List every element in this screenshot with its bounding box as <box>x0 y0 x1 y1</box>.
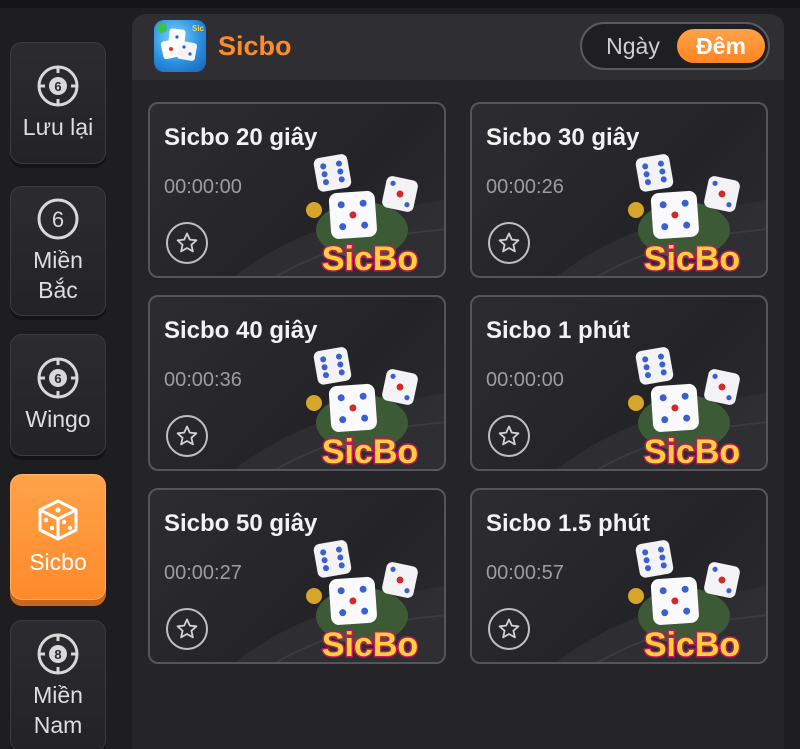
game-panel: Sic Sicbo Ngày Đêm Sicbo 20 giây 00:00:0… <box>132 14 784 749</box>
game-card[interactable]: Sicbo 40 giây 00:00:36 SicBo <box>148 295 446 471</box>
favorite-button[interactable] <box>166 608 208 650</box>
game-name: Sicbo 1 phút <box>486 317 630 344</box>
day-night-toggle[interactable]: Ngày Đêm <box>580 22 770 70</box>
countdown-timer: 00:00:36 <box>164 369 242 391</box>
star-icon <box>498 618 520 639</box>
game-name: Sicbo 20 giây <box>164 124 318 151</box>
sicbo-dice-illustration: SicBo <box>628 347 742 469</box>
sidebar-item-label: Sicbo <box>29 549 87 575</box>
star-icon <box>176 232 198 253</box>
ball-number: 6 <box>54 371 61 386</box>
toggle-night-option[interactable]: Đêm <box>677 29 765 63</box>
sidebar-item-sicbo[interactable]: Sicbo <box>10 474 106 600</box>
favorite-button[interactable] <box>166 415 208 457</box>
sicbo-art-label: SicBo <box>322 626 418 662</box>
game-name: Sicbo 40 giây <box>164 317 318 344</box>
countdown-timer: 00:00:27 <box>164 562 242 584</box>
game-card[interactable]: Sicbo 1.5 phút 00:00:57 SicBo <box>470 488 768 664</box>
favorite-button[interactable] <box>488 222 530 264</box>
top-strip <box>0 0 800 8</box>
sidebar-item-mien-bac[interactable]: 6 Miền Bắc <box>10 186 106 316</box>
game-name: Sicbo 30 giây <box>486 124 640 151</box>
game-card[interactable]: Sicbo 30 giây 00:00:26 SicBo <box>470 102 768 278</box>
dice-icon <box>35 497 81 543</box>
countdown-timer: 00:00:00 <box>486 369 564 391</box>
sidebar-item-label: Wingo <box>25 406 91 432</box>
favorite-button[interactable] <box>488 415 530 457</box>
game-card[interactable]: Sicbo 50 giây 00:00:27 SicBo <box>148 488 446 664</box>
lottery-ball-icon: 6 <box>36 64 80 108</box>
game-name: Sicbo 50 giây <box>164 510 318 537</box>
countdown-timer: 00:00:57 <box>486 562 564 584</box>
sicbo-dice-illustration: SicBo <box>628 154 742 276</box>
favorite-button[interactable] <box>488 608 530 650</box>
lottery-ball-icon: 8 <box>36 632 80 676</box>
sidebar-item-saved[interactable]: 6 Lưu lại <box>10 42 106 164</box>
countdown-timer: 00:00:26 <box>486 176 564 198</box>
sidebar-item-mien-nam[interactable]: 8 Miền Nam <box>10 620 106 749</box>
sicbo-art-label: SicBo <box>644 433 740 469</box>
lottery-ball-icon: 6 <box>36 356 80 400</box>
sidebar-item-label: Miền Bắc <box>33 247 83 303</box>
panel-header: Sic Sicbo Ngày Đêm <box>132 14 784 80</box>
sidebar-item-label: Lưu lại <box>22 114 94 140</box>
game-card[interactable]: Sicbo 20 giây 00:00:00 SicBo <box>148 102 446 278</box>
sidebar: 6 Lưu lại 6 Miền Bắc 6 Wingo Sicbo 8 Miề… <box>0 0 120 749</box>
star-icon <box>176 425 198 446</box>
countdown-timer: 00:00:00 <box>164 176 242 198</box>
sicbo-dice-illustration: SicBo <box>306 154 420 276</box>
star-icon <box>498 232 520 253</box>
svg-text:Sic: Sic <box>192 24 205 33</box>
page-title: Sicbo <box>218 31 292 61</box>
sicbo-dice-illustration: SicBo <box>306 540 420 662</box>
ball-number: 8 <box>54 647 61 662</box>
sidebar-item-label: Miền Nam <box>33 682 83 738</box>
game-card[interactable]: Sicbo 1 phút 00:00:00 SicBo <box>470 295 768 471</box>
sidebar-item-wingo[interactable]: 6 Wingo <box>10 334 106 456</box>
favorite-button[interactable] <box>166 222 208 264</box>
star-icon <box>498 425 520 446</box>
ball-number: 6 <box>52 207 64 232</box>
star-icon <box>176 618 198 639</box>
sicbo-app-logo: Sic <box>154 20 206 72</box>
sicbo-dice-illustration: SicBo <box>306 347 420 469</box>
ball-number: 6 <box>54 79 61 94</box>
sicbo-art-label: SicBo <box>644 240 740 276</box>
sicbo-art-label: SicBo <box>644 626 740 662</box>
number-circle-icon: 6 <box>36 197 80 241</box>
sicbo-art-label: SicBo <box>322 240 418 276</box>
sicbo-art-label: SicBo <box>322 433 418 469</box>
toggle-day-option[interactable]: Ngày <box>592 29 674 63</box>
sicbo-dice-illustration: SicBo <box>628 540 742 662</box>
